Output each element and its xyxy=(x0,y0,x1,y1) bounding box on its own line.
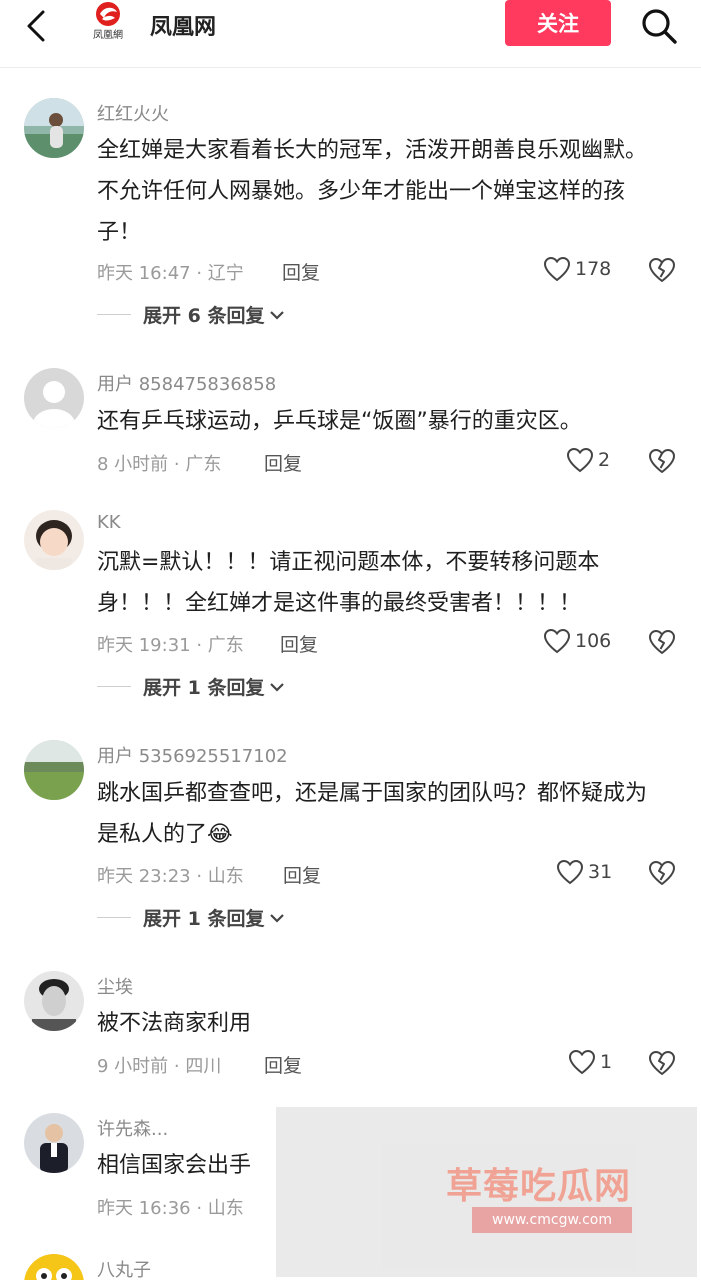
avatar[interactable] xyxy=(24,1113,84,1173)
dislike-button[interactable] xyxy=(648,859,676,887)
avatar[interactable] xyxy=(24,971,84,1031)
divider xyxy=(97,686,131,687)
comment-text: 跳水国乒都查查吧，还是属于国家的团队吗？都怀疑成为是私人的了😂 xyxy=(97,773,667,855)
username[interactable]: 许先森... xyxy=(97,1115,168,1141)
comment-meta: 昨天 19:31 · 广东 xyxy=(97,635,244,656)
reply-button[interactable]: 回复 xyxy=(264,449,302,476)
comment-meta: 昨天 23:23 · 山东 xyxy=(97,866,244,887)
username[interactable]: 用户 5356925517102 xyxy=(97,742,288,768)
ifeng-logo[interactable]: 凤凰網 xyxy=(84,0,132,44)
chevron-down-icon xyxy=(270,310,285,320)
dislike-button[interactable] xyxy=(648,256,676,284)
broken-heart-icon xyxy=(649,1051,675,1075)
like-button[interactable]: 31 xyxy=(556,859,612,885)
heart-icon xyxy=(556,859,584,885)
expand-replies-button[interactable]: 展开 6 条回复 xyxy=(97,301,286,328)
reply-button[interactable]: 回复 xyxy=(264,1051,302,1078)
expand-replies-button[interactable]: 展开 1 条回复 xyxy=(97,904,286,931)
like-count: 178 xyxy=(575,258,612,280)
like-count: 2 xyxy=(598,449,611,471)
dislike-button[interactable] xyxy=(648,628,676,656)
divider xyxy=(97,917,131,918)
comment-meta: 8 小时前 · 广东 xyxy=(97,454,222,475)
reply-button[interactable]: 回复 xyxy=(283,861,321,888)
comment-text-content: 跳水国乒都查查吧，还是属于国家的团队吗？都怀疑成为是私人的了 xyxy=(97,781,648,847)
channel-name[interactable]: 凤凰网 xyxy=(150,9,216,41)
comment-meta: 昨天 16:36 · 山东 xyxy=(97,1198,244,1219)
watermark-overlay: 草莓吃瓜网 www.cmcgw.com xyxy=(276,1107,697,1277)
divider xyxy=(97,314,131,315)
username[interactable]: 尘埃 xyxy=(97,973,133,999)
like-count: 31 xyxy=(588,861,613,883)
avatar[interactable] xyxy=(24,1254,84,1280)
heart-icon xyxy=(543,628,571,654)
username[interactable]: KK xyxy=(97,512,121,533)
comment-text: 还有乒乓球运动，乒乓球是“饭圈”暴行的重灾区。 xyxy=(97,409,582,434)
comment-text: 沉默=默认！！！请正视问题本体，不要转移问题本身！！！全红婵才是这件事的最终受害… xyxy=(97,550,600,616)
dislike-button[interactable] xyxy=(648,1049,676,1077)
dislike-button[interactable] xyxy=(648,447,676,475)
heart-icon xyxy=(543,256,571,282)
expand-label: 展开 1 条回复 xyxy=(143,677,265,699)
avatar[interactable] xyxy=(24,98,84,158)
expand-label: 展开 6 条回复 xyxy=(143,305,265,327)
comment-text: 全红婵是大家看着长大的冠军，活泼开朗善良乐观幽默。不允许任何人网暴她。多少年才能… xyxy=(97,138,648,245)
watermark-url: www.cmcgw.com xyxy=(472,1207,632,1233)
username[interactable]: 用户 858475836858 xyxy=(97,370,276,396)
reply-button[interactable]: 回复 xyxy=(282,258,320,285)
like-button[interactable]: 106 xyxy=(543,628,611,654)
avatar[interactable] xyxy=(24,740,84,800)
broken-heart-icon xyxy=(649,258,675,282)
username[interactable]: 红红火火 xyxy=(97,100,169,126)
comment-text: 被不法商家利用 xyxy=(97,1011,252,1036)
avatar[interactable] xyxy=(24,510,84,570)
chevron-down-icon xyxy=(270,682,285,692)
like-button[interactable]: 2 xyxy=(566,447,610,473)
expand-label: 展开 1 条回复 xyxy=(143,908,265,930)
heart-icon xyxy=(568,1049,596,1075)
back-icon[interactable] xyxy=(18,8,54,44)
search-icon[interactable] xyxy=(638,5,680,47)
comment-meta: 昨天 16:47 · 辽宁 xyxy=(97,263,244,284)
chevron-down-icon xyxy=(270,913,285,923)
laughing-emoji-icon: 😂 xyxy=(207,822,233,847)
reply-button[interactable]: 回复 xyxy=(280,630,318,657)
broken-heart-icon xyxy=(649,449,675,473)
watermark-title: 草莓吃瓜网 xyxy=(446,1166,632,1207)
follow-button[interactable]: 关注 xyxy=(505,0,611,46)
broken-heart-icon xyxy=(649,861,675,885)
heart-icon xyxy=(566,447,594,473)
like-count: 106 xyxy=(575,630,612,652)
broken-heart-icon xyxy=(649,630,675,654)
like-button[interactable]: 178 xyxy=(543,256,611,282)
avatar[interactable] xyxy=(24,368,84,428)
username[interactable]: 八丸子 xyxy=(97,1256,151,1280)
expand-replies-button[interactable]: 展开 1 条回复 xyxy=(97,673,286,700)
like-button[interactable]: 1 xyxy=(568,1049,612,1075)
like-count: 1 xyxy=(600,1051,613,1073)
top-bar: 凤凰網 凤凰网 关注 xyxy=(0,0,701,68)
logo-text: 凤凰網 xyxy=(93,30,123,41)
comment-meta: 9 小时前 · 四川 xyxy=(97,1056,222,1077)
